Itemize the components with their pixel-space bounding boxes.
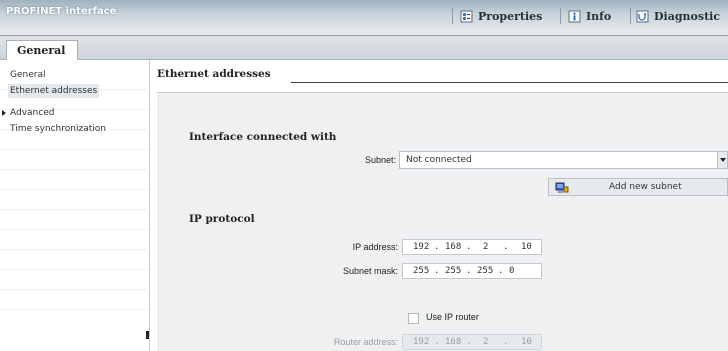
tab-diagnostic[interactable]: Diagnostic xyxy=(636,6,720,26)
tab-info[interactable]: Info xyxy=(568,6,611,26)
sidebar-nav: General Ethernet addresses Advanced Time… xyxy=(0,60,150,351)
router-dot: . xyxy=(434,337,440,347)
router-address-label: Router address: xyxy=(333,337,398,347)
ip-octet: 2 xyxy=(483,242,489,252)
tab-info-label: Info xyxy=(586,9,612,23)
ip-dot: . xyxy=(503,242,509,252)
tab-separator xyxy=(560,8,561,24)
router-dot: . xyxy=(503,337,509,347)
divider xyxy=(0,289,148,290)
info-icon xyxy=(568,10,581,22)
sidebar-item-ethernet-addresses[interactable]: Ethernet addresses xyxy=(8,84,100,98)
chevron-down-icon[interactable] xyxy=(717,152,727,168)
router-octet: 2 xyxy=(483,337,489,347)
tab-general[interactable]: General xyxy=(6,40,78,61)
divider xyxy=(0,169,148,170)
mask-octet: 255 xyxy=(413,266,430,276)
tab-properties-label: Properties xyxy=(478,9,543,23)
mask-dot: . xyxy=(466,266,472,276)
section-rule xyxy=(291,82,728,83)
mask-dot: . xyxy=(434,266,440,276)
subnet-mask-label: Subnet mask: xyxy=(342,266,398,276)
ip-dot: . xyxy=(434,242,440,252)
sidebar-item-advanced[interactable]: Advanced xyxy=(10,106,54,120)
tab-diagnostic-label: Diagnostic xyxy=(654,9,721,23)
expand-arrow-icon[interactable] xyxy=(2,110,6,116)
ip-octet: 168 xyxy=(445,242,462,252)
tab-properties[interactable]: Properties xyxy=(460,6,542,26)
titlebar: PROFINET interface Properties Info Diagn… xyxy=(0,0,728,36)
window-title: PROFINET interface xyxy=(6,6,117,17)
diagnostics-icon xyxy=(636,10,649,22)
router-address-field[interactable]: 192 . 168 . 2 . 10 xyxy=(402,334,542,350)
network-icon xyxy=(555,182,569,193)
divider xyxy=(0,269,148,270)
section-title: Ethernet addresses xyxy=(157,68,271,80)
divider xyxy=(0,249,148,250)
tab-separator xyxy=(452,8,453,24)
ip-octet: 192 xyxy=(413,242,430,252)
router-octet: 168 xyxy=(445,337,462,347)
group-title-interface: Interface connected with xyxy=(189,131,337,143)
sidebar-item-time-synchronization[interactable]: Time synchronization xyxy=(10,122,106,136)
add-new-subnet-button[interactable]: Add new subnet xyxy=(548,178,728,196)
subnet-mask-field[interactable]: 255 . 255 . 255 . 0 xyxy=(402,263,542,279)
ip-dot: . xyxy=(466,242,472,252)
ip-address-field[interactable]: 192 . 168 . 2 . 10 xyxy=(402,239,542,255)
divider xyxy=(0,209,148,210)
sidebar-item-general[interactable]: General xyxy=(10,68,45,82)
subtab-bar: General xyxy=(0,36,728,61)
divider xyxy=(0,149,148,150)
subnet-label: Subnet: xyxy=(364,155,396,165)
mask-octet: 255 xyxy=(445,266,462,276)
divider xyxy=(0,309,148,310)
mask-octet: 255 xyxy=(477,266,494,276)
splitter-handle[interactable] xyxy=(146,331,149,339)
group-title-ip-protocol: IP protocol xyxy=(189,213,255,225)
use-ip-router-checkbox[interactable] xyxy=(408,313,419,324)
properties-icon xyxy=(460,10,473,22)
ip-address-label: IP address: xyxy=(352,242,398,252)
main-content: Ethernet addresses xyxy=(151,60,728,351)
ip-octet: 10 xyxy=(521,242,532,252)
tab-separator xyxy=(630,8,631,24)
subnet-dropdown[interactable]: Not connected xyxy=(399,151,728,169)
use-ip-router-label: Use IP router xyxy=(426,312,479,322)
divider xyxy=(0,229,148,230)
router-octet: 10 xyxy=(521,337,532,347)
mask-dot: . xyxy=(498,266,504,276)
mask-octet: 0 xyxy=(509,266,515,276)
divider xyxy=(0,189,148,190)
add-new-subnet-label: Add new subnet xyxy=(609,182,682,192)
router-dot: . xyxy=(466,337,472,347)
subnet-value: Not connected xyxy=(406,155,472,165)
tab-general-label: General xyxy=(17,44,66,57)
router-octet: 192 xyxy=(413,337,430,347)
